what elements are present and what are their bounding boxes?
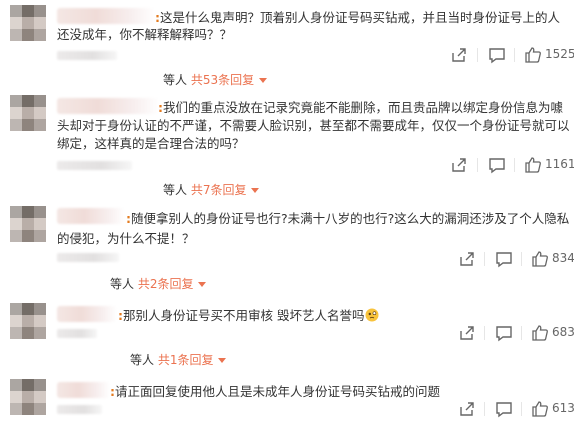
comment-text: :请正面回复使用他人且是未成年人身份证号码买钻戒的问题	[110, 384, 441, 399]
comment-icon[interactable]	[494, 249, 514, 269]
like-count: 1161	[545, 157, 574, 171]
comment-icon[interactable]	[487, 45, 507, 65]
comment-text-continued: 绑定，这样真的是合理合法的吗？	[57, 136, 245, 151]
timestamp-blurred	[57, 405, 102, 414]
share-icon[interactable]	[457, 249, 477, 269]
share-icon[interactable]	[457, 323, 477, 343]
comment-icon[interactable]	[494, 399, 514, 419]
username-blurred[interactable]	[57, 382, 110, 398]
like-count: 834	[552, 251, 574, 265]
share-icon[interactable]	[449, 155, 469, 175]
avatar[interactable]	[10, 206, 46, 242]
chevron-down-icon[interactable]	[218, 358, 227, 363]
comment-actions: 834	[445, 249, 574, 269]
avatar[interactable]	[10, 5, 46, 41]
comment-text-continued: 头却对于身份认证的不严谨，不需要人脸识别，甚至都不需要成年，仅仅一个身份证号就可…	[57, 118, 570, 133]
replies-prefix: 等人	[130, 353, 155, 367]
username-blurred[interactable]	[57, 208, 125, 224]
avatar[interactable]	[10, 379, 46, 415]
replies-row: 等人 共2条回复	[110, 276, 207, 292]
comment-actions: 683	[445, 323, 574, 343]
like-count: 613	[552, 401, 574, 415]
username-blurred[interactable]	[57, 98, 159, 114]
replies-row: 等人 共7条回复	[163, 182, 260, 198]
chevron-down-icon[interactable]	[259, 78, 268, 83]
replies-prefix: 等人	[110, 277, 135, 291]
timestamp-blurred	[57, 51, 117, 60]
like-count: 683	[552, 325, 574, 339]
comment-item: :随便拿别人的身份证号也行?未满十八岁的也行?这么大的漏洞还涉及了个人隐私 的侵…	[0, 200, 574, 295]
like-icon[interactable]	[530, 399, 550, 419]
like-icon[interactable]	[523, 155, 543, 175]
username-blurred[interactable]	[57, 8, 155, 24]
view-replies-link[interactable]: 共2条回复	[138, 277, 194, 291]
chevron-down-icon[interactable]	[251, 188, 260, 193]
timestamp-blurred	[57, 253, 119, 262]
comment-item: :那别人身份证号买不用审核 毁坏艺人名誉吗 等人 共1条回复 683	[0, 295, 574, 375]
comment-icon[interactable]	[487, 155, 507, 175]
avatar[interactable]	[10, 95, 46, 131]
share-icon[interactable]	[449, 45, 469, 65]
comment-text: :随便拿别人的身份证号也行?未满十八岁的也行?这么大的漏洞还涉及了个人隐私	[126, 211, 570, 226]
like-count: 1525	[545, 47, 574, 61]
replies-prefix: 等人	[163, 183, 188, 197]
view-replies-link[interactable]: 共7条回复	[191, 183, 247, 197]
comment-icon[interactable]	[494, 323, 514, 343]
comment-text: :那别人身份证号买不用审核 毁坏艺人名誉吗	[118, 307, 379, 324]
comment-text-continued: 的侵犯，为什么不提！？	[57, 231, 195, 246]
comment-text-continued: 还没成年，你不解释解释吗？？	[57, 27, 233, 42]
chevron-down-icon[interactable]	[198, 282, 207, 287]
comment-item: :请正面回复使用他人且是未成年人身份证号码买钻戒的问题 613	[0, 375, 574, 425]
timestamp-blurred	[57, 161, 132, 170]
comment-text: :这是什么鬼声明？顶着别人身份证号码买钻戒，并且当时身份证号上的人	[155, 10, 561, 25]
share-icon[interactable]	[457, 399, 477, 419]
avatar[interactable]	[10, 303, 46, 339]
replies-row: 等人 共1条回复	[130, 352, 227, 368]
confused-face-emoji	[365, 308, 379, 322]
comment-actions: 613	[445, 399, 574, 419]
comment-actions: 1161	[445, 155, 574, 175]
view-replies-link[interactable]: 共1条回复	[158, 353, 214, 367]
comment-item: :这是什么鬼声明？顶着别人身份证号码买钻戒，并且当时身份证号上的人 还没成年，你…	[0, 0, 574, 87]
like-icon[interactable]	[530, 249, 550, 269]
username-blurred[interactable]	[57, 306, 117, 322]
comment-text: :我们的重点没放在记录究竟能不能删除，而且贵品牌以绑定身份信息为噱	[158, 100, 564, 115]
comment-item: :我们的重点没放在记录究竟能不能删除，而且贵品牌以绑定身份信息为噱 头却对于身份…	[0, 85, 574, 200]
timestamp-blurred	[57, 329, 97, 338]
comment-actions: 1525	[445, 45, 574, 65]
like-icon[interactable]	[530, 323, 550, 343]
like-icon[interactable]	[523, 45, 543, 65]
comment-feed: :这是什么鬼声明？顶着别人身份证号码买钻戒，并且当时身份证号上的人 还没成年，你…	[0, 0, 574, 425]
